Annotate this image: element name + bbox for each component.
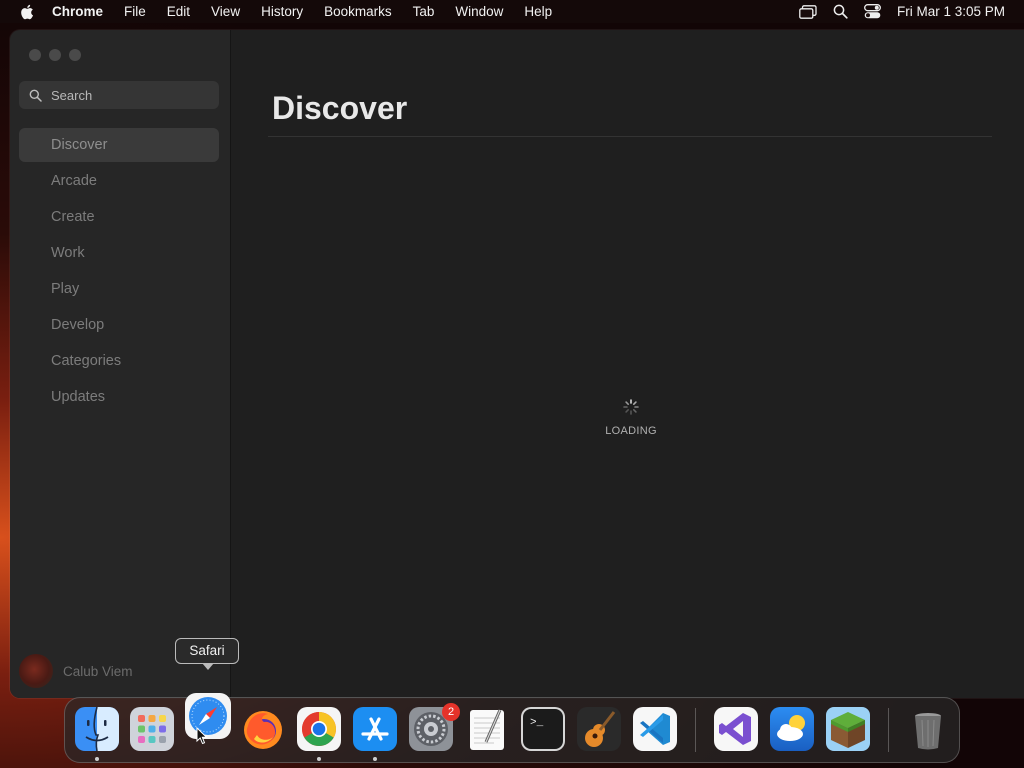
sidebar-item-work[interactable]: Work — [19, 236, 219, 270]
menu-file[interactable]: File — [124, 4, 146, 19]
launchpad-icon[interactable] — [129, 706, 175, 752]
search-icon — [29, 89, 42, 102]
visual-studio-icon[interactable] — [713, 706, 759, 752]
chrome-running-indicator — [317, 757, 321, 761]
menu-view[interactable]: View — [211, 4, 240, 19]
garageband-icon[interactable] — [576, 706, 622, 752]
account-button[interactable]: Calub Viem — [19, 654, 133, 688]
textedit-icon[interactable] — [464, 706, 510, 752]
vscode-icon[interactable] — [632, 706, 678, 752]
menu-bookmarks[interactable]: Bookmarks — [324, 4, 392, 19]
avatar — [19, 654, 53, 688]
main-content: Discover LOADING — [231, 30, 1024, 698]
sidebar-nav: Discover Arcade Create Work Play Develop… — [19, 128, 219, 416]
menu-tab[interactable]: Tab — [413, 4, 435, 19]
menu-app-name[interactable]: Chrome — [52, 4, 103, 19]
sidebar: Discover Arcade Create Work Play Develop… — [10, 30, 231, 698]
firefox-icon[interactable] — [240, 706, 286, 752]
terminal-icon[interactable]: >_ — [520, 706, 566, 752]
menu-window[interactable]: Window — [455, 4, 503, 19]
sidebar-item-discover[interactable]: Discover — [19, 128, 219, 162]
trash-icon[interactable] — [905, 706, 951, 752]
mouse-cursor-icon — [196, 727, 208, 745]
sidebar-item-arcade[interactable]: Arcade — [19, 164, 219, 198]
settings-notification-badge: 2 — [442, 703, 460, 721]
sidebar-item-develop[interactable]: Develop — [19, 308, 219, 342]
chrome-icon[interactable] — [296, 706, 342, 752]
control-center-icon[interactable] — [864, 4, 881, 19]
spinner-icon — [623, 399, 639, 415]
sidebar-item-updates[interactable]: Updates — [19, 380, 219, 414]
window-controls — [29, 49, 89, 61]
spotlight-search-icon[interactable] — [833, 4, 848, 19]
app-store-icon[interactable] — [352, 706, 398, 752]
menu-bar: Chrome File Edit View History Bookmarks … — [0, 0, 1024, 23]
title-divider — [268, 136, 992, 137]
apple-logo-icon[interactable] — [20, 4, 34, 20]
sidebar-item-play[interactable]: Play — [19, 272, 219, 306]
search-input[interactable] — [51, 87, 201, 103]
sidebar-item-create[interactable]: Create — [19, 200, 219, 234]
close-window-button[interactable] — [29, 49, 41, 61]
dock-separator — [695, 708, 696, 752]
weather-icon[interactable] — [769, 706, 815, 752]
zoom-window-button[interactable] — [69, 49, 81, 61]
dock-tooltip: Safari — [175, 638, 239, 670]
loading-indicator: LOADING — [601, 398, 661, 437]
finder-icon[interactable] — [74, 706, 120, 752]
menu-bar-status-area: Fri Mar 1 3:05 PM — [783, 0, 1005, 23]
sidebar-item-categories[interactable]: Categories — [19, 344, 219, 378]
safari-icon[interactable] — [184, 692, 232, 740]
tooltip-arrow — [202, 663, 214, 670]
account-name: Calub Viem — [63, 663, 133, 679]
screen-mirroring-icon[interactable] — [799, 4, 817, 19]
menu-edit[interactable]: Edit — [167, 4, 190, 19]
search-field[interactable] — [19, 81, 219, 109]
dock-tooltip-label: Safari — [189, 643, 225, 658]
minecraft-icon[interactable] — [825, 706, 871, 752]
dock-separator-trash — [888, 708, 889, 752]
finder-running-indicator — [95, 757, 99, 761]
minimize-window-button[interactable] — [49, 49, 61, 61]
page-title: Discover — [272, 90, 408, 126]
menu-history[interactable]: History — [261, 4, 303, 19]
app-store-window: Discover Arcade Create Work Play Develop… — [10, 30, 1024, 698]
app-store-running-indicator — [373, 757, 377, 761]
loading-label: LOADING — [605, 425, 657, 437]
menu-help[interactable]: Help — [524, 4, 552, 19]
svg-text:>_: >_ — [530, 717, 544, 729]
menu-bar-clock[interactable]: Fri Mar 1 3:05 PM — [897, 4, 1005, 19]
